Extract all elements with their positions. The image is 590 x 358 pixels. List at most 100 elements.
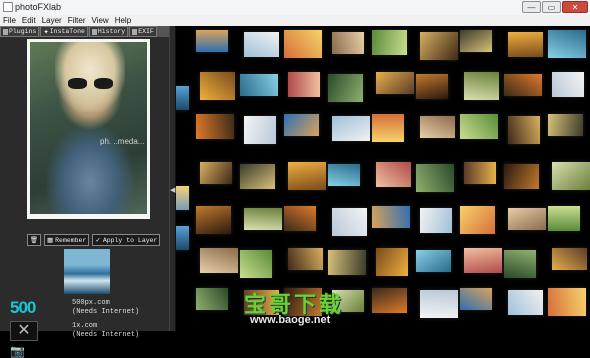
menu-view[interactable]: View <box>88 16 111 25</box>
gallery-thumbnail[interactable] <box>288 72 320 97</box>
watermark-url: www.baoge.net <box>250 314 331 326</box>
gallery-thumbnail[interactable] <box>416 164 454 192</box>
gallery-thumbnail[interactable] <box>416 74 448 99</box>
gallery-thumbnail[interactable] <box>196 206 231 234</box>
menu-filter[interactable]: Filter <box>65 16 89 25</box>
gallery-thumbnail[interactable] <box>176 186 189 210</box>
puzzle-icon <box>3 28 8 35</box>
plugin-500px[interactable]: 500 500px.com (Needs Internet) <box>0 297 169 319</box>
gallery-thumbnail[interactable] <box>372 30 407 55</box>
gallery-thumbnail[interactable] <box>288 162 326 190</box>
plugin-500px-note: (Needs Internet) <box>72 308 140 316</box>
gallery-thumbnail[interactable] <box>460 206 495 234</box>
tab-instatone[interactable]: ✦ InstaTone <box>40 26 88 37</box>
gallery-thumbnail[interactable] <box>372 114 404 142</box>
gallery-thumbnail[interactable] <box>416 250 451 272</box>
star-icon: ✦ <box>43 28 49 36</box>
gallery-thumbnail[interactable] <box>464 72 499 100</box>
gallery-thumbnail[interactable] <box>244 208 282 230</box>
gallery-thumbnail[interactable] <box>328 74 363 102</box>
gallery-thumbnail[interactable] <box>376 162 411 187</box>
close-button[interactable]: ✕ <box>562 1 588 13</box>
delete-button[interactable]: 🗑 <box>27 234 41 246</box>
plugin-500px-text: 500px.com (Needs Internet) <box>72 299 139 317</box>
gallery-thumbnail[interactable] <box>508 208 546 230</box>
gallery-thumbnail[interactable] <box>332 208 367 236</box>
gallery-thumbnail[interactable] <box>328 164 360 186</box>
menu-file[interactable]: File <box>0 16 19 25</box>
gallery-thumbnail[interactable] <box>200 162 232 184</box>
gallery-thumbnail[interactable] <box>552 248 587 270</box>
photo-watermark: ph. ..meda... <box>100 137 145 146</box>
title-bar: photoFXlab — ▭ ✕ <box>0 0 590 16</box>
menu-edit[interactable]: Edit <box>19 16 39 25</box>
gallery-thumbnail[interactable] <box>548 206 580 231</box>
gallery-thumbnail[interactable] <box>176 86 189 110</box>
gallery-thumbnail[interactable] <box>460 288 492 310</box>
gallery-thumbnail[interactable] <box>420 32 458 60</box>
panel-splitter[interactable]: ◀ <box>169 26 176 331</box>
gallery-thumbnail[interactable] <box>240 250 272 278</box>
gallery-thumbnail[interactable] <box>372 206 410 228</box>
gallery-thumbnail[interactable] <box>244 116 276 144</box>
trash-icon: 🗑 <box>29 237 39 244</box>
gallery-thumbnail[interactable] <box>420 290 458 318</box>
gallery-thumbnail[interactable] <box>196 114 234 139</box>
preview-photo[interactable]: ph. ..meda... <box>30 42 147 214</box>
gallery-thumbnail[interactable] <box>460 30 492 52</box>
gallery-thumbnail[interactable] <box>244 32 279 57</box>
gallery-thumbnail[interactable] <box>240 74 278 96</box>
gallery-thumbnail[interactable] <box>504 250 536 278</box>
filter-thumbnail[interactable] <box>64 249 110 294</box>
gallery-thumbnail[interactable] <box>328 250 366 275</box>
gallery-thumbnail[interactable] <box>464 162 496 184</box>
camera-icon[interactable]: 📷 <box>10 345 38 357</box>
gallery-thumbnail[interactable] <box>284 30 322 58</box>
maximize-button[interactable]: ▭ <box>542 1 561 13</box>
tab-history[interactable]: History <box>88 26 129 37</box>
gallery-thumbnail[interactable] <box>552 162 590 190</box>
plugin-1x[interactable]: ✕ 1x.com (Needs Internet) <box>0 320 169 342</box>
gallery-thumbnail[interactable] <box>332 32 364 54</box>
minimize-button[interactable]: — <box>522 1 541 13</box>
gallery-thumbnail[interactable] <box>288 248 323 270</box>
gallery-thumbnail[interactable] <box>460 114 498 139</box>
gallery-thumbnail[interactable] <box>332 116 370 141</box>
preview-toolbar: 🗑 ▦ Remember ✓ Apply to Layer <box>27 234 161 246</box>
gallery-thumbnail[interactable] <box>508 116 540 144</box>
gallery-thumbnail[interactable] <box>420 208 452 233</box>
gallery-thumbnail[interactable] <box>548 114 583 136</box>
tab-plugins[interactable]: Plugins <box>0 26 40 37</box>
gallery-thumbnail[interactable] <box>196 30 228 52</box>
gallery-thumbnail[interactable] <box>240 164 275 189</box>
gallery-thumbnail[interactable] <box>284 114 319 136</box>
menu-help[interactable]: Help <box>112 16 134 25</box>
gallery-thumbnail[interactable] <box>284 206 316 231</box>
gallery-thumbnail[interactable] <box>548 288 586 316</box>
gallery-thumbnail[interactable] <box>200 72 235 100</box>
photo-hair <box>55 42 125 112</box>
menu-layer[interactable]: Layer <box>39 16 65 25</box>
gallery-thumbnail[interactable] <box>548 30 586 58</box>
site-watermark: 宝哥下载 www.baoge.net <box>242 287 412 331</box>
tab-plugins-label: Plugins <box>9 28 37 35</box>
gallery-thumbnail[interactable] <box>176 226 189 250</box>
remember-button[interactable]: ▦ Remember <box>44 234 90 246</box>
gallery-thumbnail[interactable] <box>508 290 543 315</box>
gallery-thumbnail[interactable] <box>552 72 584 97</box>
gallery-thumbnail[interactable] <box>508 32 543 57</box>
gallery-thumbnail[interactable] <box>504 164 539 189</box>
gallery-thumbnail[interactable] <box>376 72 414 94</box>
gallery-thumbnail[interactable] <box>420 116 455 138</box>
gallery-thumbnail[interactable] <box>200 248 238 273</box>
gallery-thumbnail[interactable] <box>464 248 502 273</box>
window-title: photoFXlab <box>15 2 62 12</box>
tab-exif-label: EXIF <box>138 28 154 35</box>
apply-to-layer-button[interactable]: ✓ Apply to Layer <box>92 234 161 246</box>
gallery-thumbnail[interactable] <box>376 248 408 276</box>
gallery-thumbnail[interactable] <box>196 288 228 310</box>
apply-label: Apply to Layer <box>102 236 158 244</box>
collapse-arrow-icon[interactable]: ◀ <box>170 186 175 194</box>
tab-exif[interactable]: EXIF <box>129 26 157 37</box>
gallery-thumbnail[interactable] <box>504 74 542 96</box>
